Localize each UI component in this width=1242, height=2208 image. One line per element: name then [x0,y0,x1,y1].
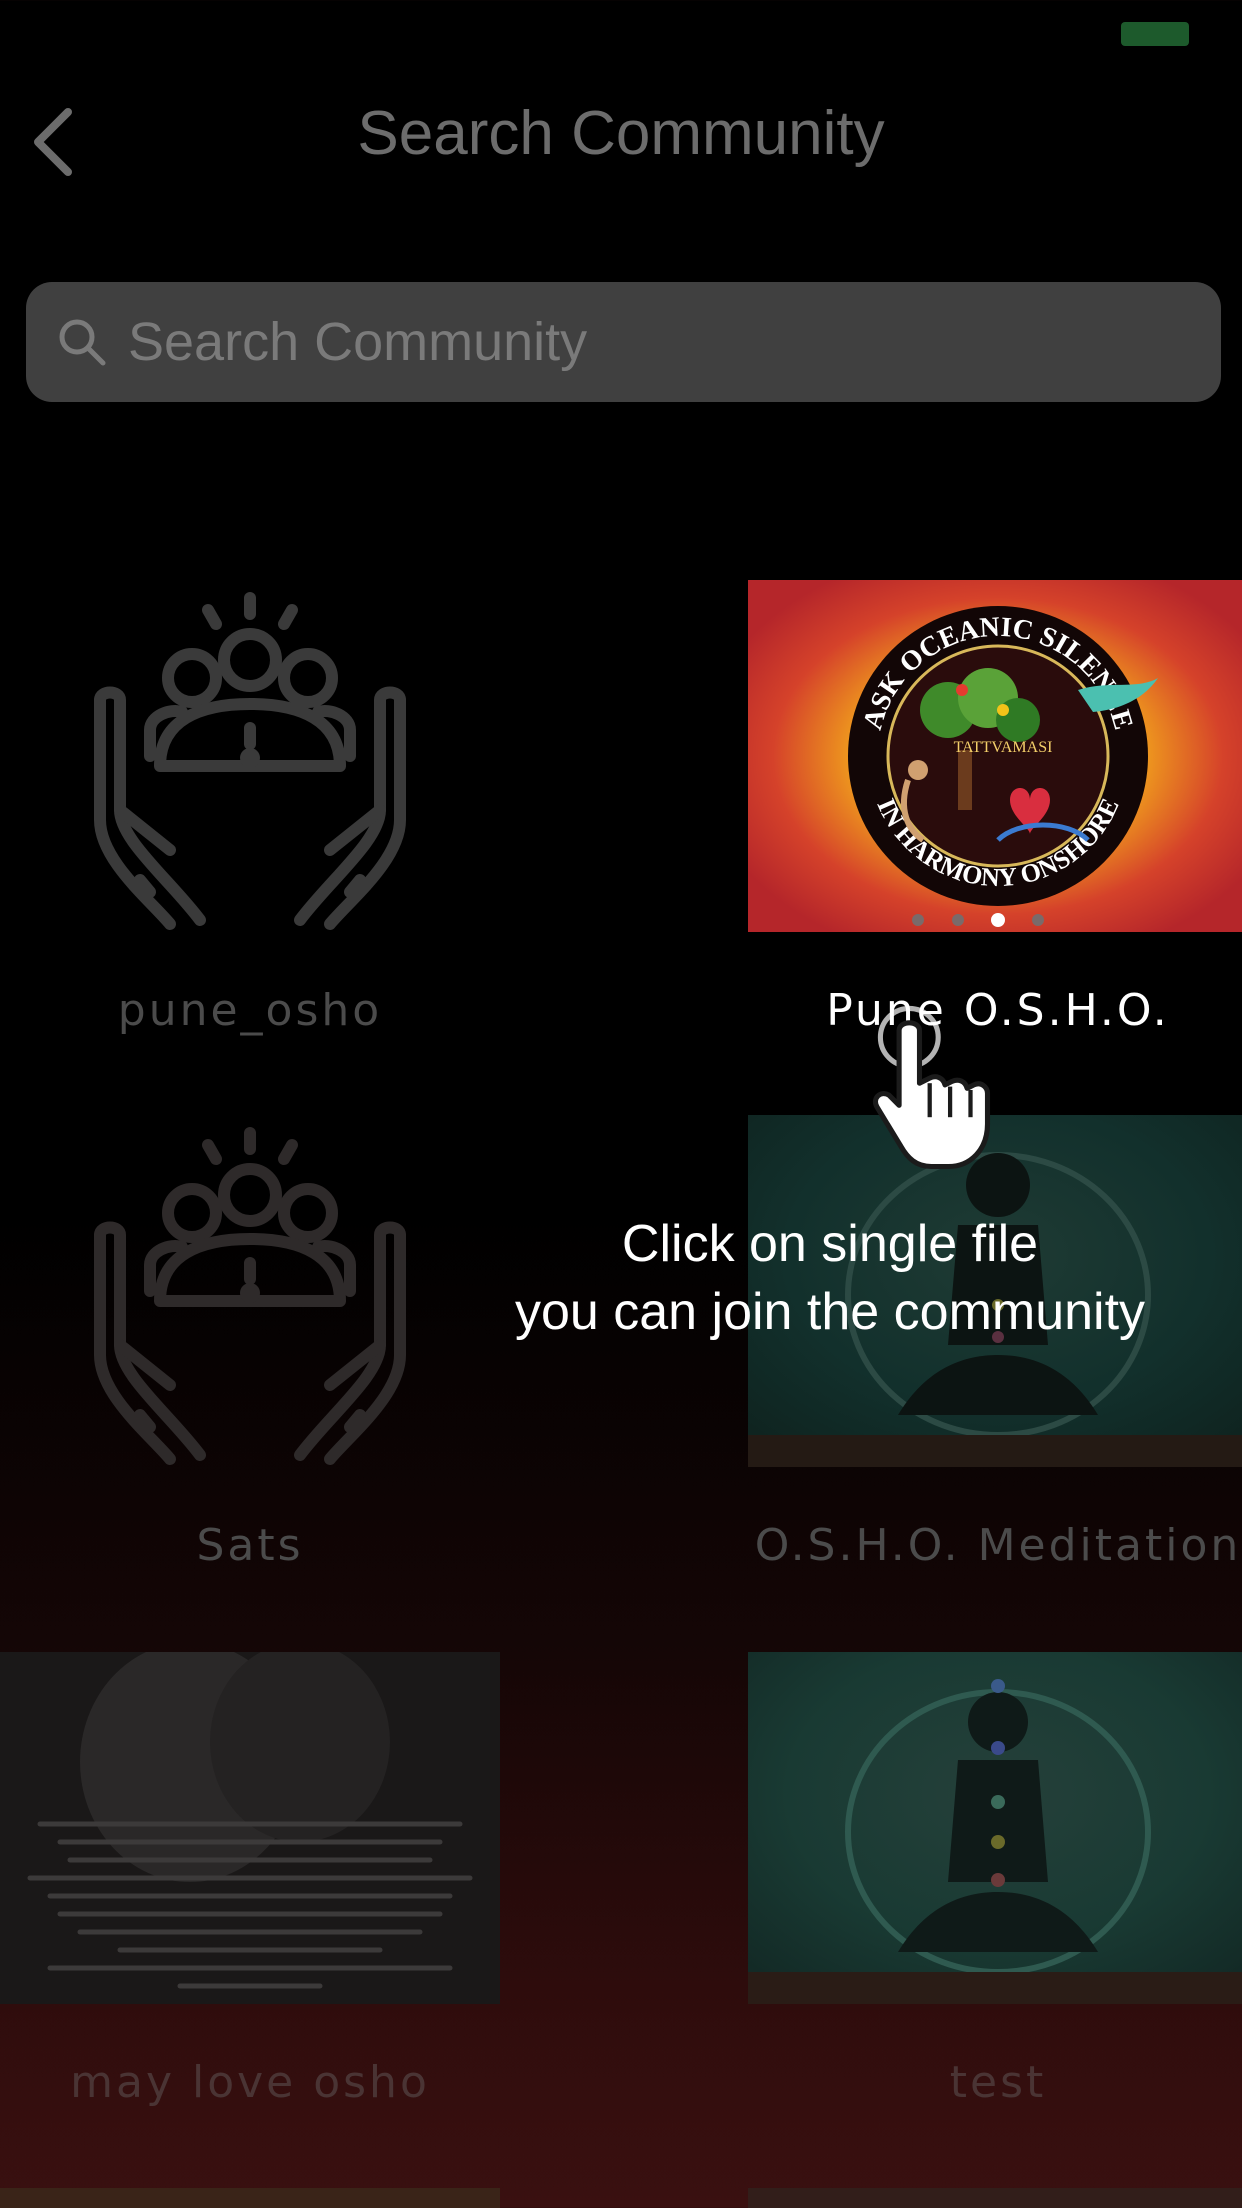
community-tile-test[interactable]: test [748,1652,1242,2122]
community-tile-pune-osho[interactable]: pune_osho [0,580,500,1050]
community-tile-partial[interactable] [748,2188,1242,2208]
community-label: O.S.H.O. Meditation [754,1520,1242,1571]
search-input[interactable] [112,282,1221,402]
community-label: pune_osho [117,985,383,1036]
search-icon [52,312,112,372]
page-title: Search Community [357,99,885,168]
community-meditation-image [748,1652,1242,2004]
tap-hand-icon [872,1005,991,1170]
community-tile-may-love-osho[interactable]: may love osho [0,1652,500,2122]
logo-center-text: TATTVAMASI [954,739,1053,756]
community-logo-image: ASK OCEANIC SILENCE IN HARMONY ONSHORE T… [748,580,1242,932]
community-label: may love osho [70,2057,430,2108]
community-placeholder-icon [0,580,500,932]
community-tile-pune-osho-2[interactable]: ASK OCEANIC SILENCE IN HARMONY ONSHORE T… [748,580,1242,1050]
community-tile-sats[interactable]: Sats [0,1115,500,1585]
community-label: Sats [196,1520,304,1571]
community-placeholder-icon [0,1115,500,1467]
tutorial-hint: Click on single file you can join the co… [430,1210,1230,1346]
community-tile-partial[interactable] [0,2188,500,2208]
community-label: test [949,2057,1047,2108]
tutorial-hint-line2: you can join the community [514,1283,1146,1341]
community-tile-osho-meditation[interactable]: O.S.H.O. Meditation [748,1115,1242,1585]
search-bar[interactable] [26,282,1221,402]
header: Search Community [0,0,1242,260]
community-poetry-image [0,1652,500,2004]
tutorial-hint-line1: Click on single file [621,1215,1039,1273]
